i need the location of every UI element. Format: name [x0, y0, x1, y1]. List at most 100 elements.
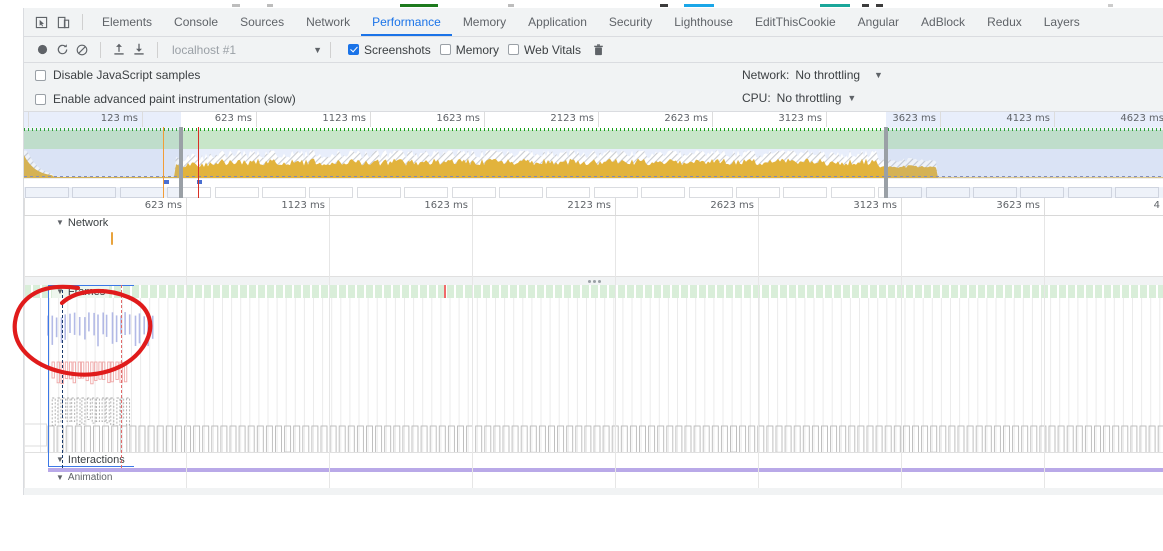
filmstrip-thumbnail[interactable] — [309, 187, 354, 198]
checkbox-memory-label: Memory — [455, 42, 500, 57]
tab-angular[interactable]: Angular — [847, 9, 910, 36]
filmstrip-thumbnail[interactable] — [262, 187, 306, 198]
cpu-throttling-control[interactable]: CPU: No throttling ▼ — [742, 91, 856, 105]
network-track-body[interactable]: ▼ Network — [24, 216, 1163, 264]
frames-detail-rows[interactable] — [24, 298, 1163, 459]
filmstrip-thumbnail[interactable] — [404, 187, 449, 198]
tab-layers[interactable]: Layers — [1033, 9, 1091, 36]
overview-selection-left-handle[interactable] — [179, 127, 183, 198]
onload-marker[interactable] — [198, 127, 199, 198]
dcl-marker[interactable] — [163, 127, 164, 198]
filmstrip-thumbnail[interactable] — [451, 187, 496, 198]
delete-icon[interactable] — [589, 40, 609, 60]
network-request-bar[interactable] — [111, 232, 113, 245]
reload-and-record-icon[interactable] — [52, 40, 72, 60]
main-timeline-ruler[interactable]: ms 623 ms 1123 ms 1623 ms 2123 ms 2623 ms 3123… — [24, 198, 1163, 216]
filmstrip-thumbnail[interactable] — [925, 187, 970, 198]
overview-selection-right-handle[interactable] — [884, 127, 888, 198]
timeline-tracks-area[interactable]: ▼ Network ▼ Frames ▼ Interactions ▼ Anim… — [24, 216, 1163, 488]
checkbox-screenshots[interactable]: Screenshots — [348, 43, 431, 57]
animation-track-label: Animation — [67, 472, 113, 483]
setting-disable-js-samples[interactable]: Disable JavaScript samples — [24, 63, 1163, 87]
filmstrip-thumbnail[interactable] — [356, 187, 401, 198]
animation-track-header[interactable]: ▼ Animation — [52, 472, 116, 483]
tab-sources[interactable]: Sources — [229, 9, 295, 36]
timeline-gridline — [24, 216, 25, 488]
setting-advanced-paint[interactable]: Enable advanced paint instrumentation (s… — [24, 87, 1163, 111]
timeline-gridline — [1044, 216, 1045, 488]
tab-security[interactable]: Security — [598, 9, 663, 36]
fps-green-band — [24, 130, 1163, 149]
checkbox-web-vitals[interactable]: Web Vitals — [508, 43, 581, 57]
fps-dotted-line — [24, 128, 1163, 131]
filmstrip-thumbnail[interactable] — [688, 187, 733, 198]
disable-js-samples-checkbox[interactable] — [35, 69, 46, 81]
network-throttling-label: Network: — [742, 68, 790, 82]
main-ruler-tick: 623 ms — [43, 198, 187, 215]
filmstrip-thumbnail[interactable] — [25, 187, 69, 198]
dropped-frame-marker[interactable] — [444, 285, 446, 298]
tab-lighthouse[interactable]: Lighthouse — [663, 9, 744, 36]
network-track-header[interactable]: ▼ Network — [52, 217, 112, 229]
advanced-paint-checkbox[interactable] — [35, 93, 46, 105]
filmstrip-thumbnail[interactable] — [214, 187, 259, 198]
main-ruler-tick-label: 623 ms — [144, 200, 182, 211]
checkbox-memory[interactable]: Memory — [439, 42, 500, 57]
filmstrip-thumbnail[interactable] — [783, 187, 828, 198]
filmstrip-thumbnail[interactable] — [973, 187, 1017, 198]
animation-track-body[interactable]: ▼ Animation — [24, 472, 1163, 488]
tabbar-divider — [82, 14, 83, 30]
load-profile-icon[interactable] — [109, 40, 129, 60]
overview-ruler[interactable]: 500 ms 123 ms 623 ms 1123 ms 1623 ms 2123 ms 2… — [24, 112, 1163, 128]
tab-adblock[interactable]: AdBlock — [910, 9, 976, 36]
timeline-overview[interactable]: 500 ms 123 ms 623 ms 1123 ms 1623 ms 2123 ms 2… — [24, 112, 1163, 198]
filmstrip-thumbnail[interactable] — [499, 187, 543, 198]
devtools-window: Elements Console Sources Network Perform… — [23, 8, 1163, 495]
tab-memory[interactable]: Memory — [452, 9, 517, 36]
network-track-caret-icon[interactable]: ▼ — [56, 219, 64, 227]
filmstrip-thumbnail[interactable] — [1115, 187, 1160, 198]
save-profile-icon[interactable] — [129, 40, 149, 60]
tab-redux[interactable]: Redux — [976, 9, 1033, 36]
tab-network[interactable]: Network — [295, 9, 361, 36]
filmstrip-thumbnail[interactable] — [72, 187, 117, 198]
animation-track-caret-icon[interactable]: ▼ — [56, 473, 64, 482]
checkbox-memory-box[interactable] — [439, 44, 451, 55]
main-ruler-tick-label: 3123 ms — [853, 200, 897, 211]
filmstrip-thumbnail[interactable] — [736, 187, 780, 198]
filmstrip-thumbnail[interactable] — [830, 187, 875, 198]
checkbox-web-vitals-box[interactable] — [508, 44, 520, 55]
filmstrip-thumbnail[interactable] — [167, 187, 212, 198]
timeline-gridline — [329, 216, 330, 488]
network-throttling-control[interactable]: Network: No throttling ▼ — [742, 68, 883, 82]
overview-tick: 1623 ms — [370, 112, 485, 127]
tab-console[interactable]: Console — [163, 9, 229, 36]
recording-target-value: localhost #1 — [172, 42, 237, 57]
filmstrip-thumbnail[interactable] — [1067, 187, 1112, 198]
tab-performance[interactable]: Performance — [361, 9, 452, 36]
timeline-gridline — [472, 216, 473, 488]
filmstrip-thumbnail[interactable] — [119, 187, 164, 198]
filmstrip-thumbnail[interactable] — [1020, 187, 1065, 198]
cpu-throttling-value: No throttling — [776, 91, 842, 105]
cutoff-strip-mark — [820, 4, 850, 7]
filmstrip-thumbnail[interactable] — [593, 187, 638, 198]
tab-editthiscookie[interactable]: EditThisCookie — [744, 9, 847, 36]
checkbox-screenshots-box[interactable] — [348, 44, 359, 55]
network-throttling-chevron-down-icon: ▼ — [874, 70, 883, 80]
tab-application[interactable]: Application — [517, 9, 598, 36]
recording-target-select[interactable]: localhost #1 ▼ — [166, 43, 322, 57]
clear-recording-icon[interactable] — [72, 40, 92, 60]
overview-tick: 3623 ms — [826, 112, 941, 127]
cutoff-page-strip — [0, 0, 1163, 8]
tab-elements[interactable]: Elements — [91, 9, 163, 36]
overview-tick-label: 500 ms — [23, 113, 24, 124]
record-icon[interactable] — [32, 40, 52, 60]
frames-band[interactable]: ▼ Frames — [24, 285, 1163, 298]
interactions-track-body[interactable]: ▼ Interactions — [24, 452, 1163, 469]
device-toolbar-icon[interactable] — [52, 11, 74, 33]
main-ruler-tick-label: 2623 ms — [710, 200, 754, 211]
filmstrip-thumbnail[interactable] — [641, 187, 686, 198]
inspect-element-icon[interactable] — [30, 11, 52, 33]
filmstrip-thumbnail[interactable] — [546, 187, 591, 198]
